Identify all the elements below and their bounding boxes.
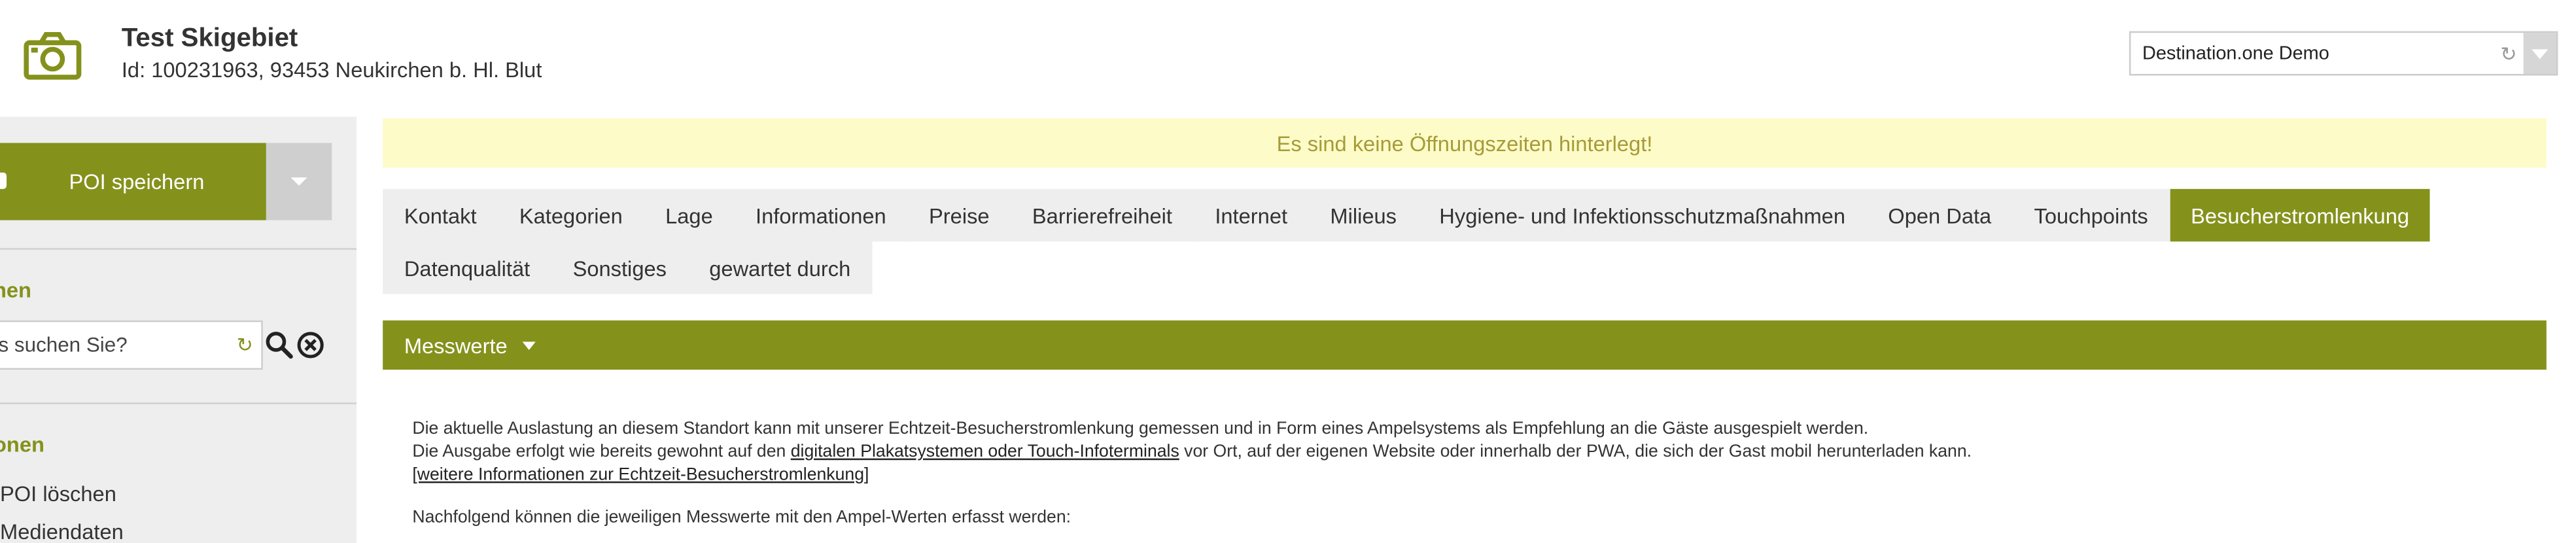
opening-hours-notice: Es sind keine Öffnungszeiten hinterlegt! <box>383 118 2547 168</box>
tab-preise[interactable]: Preise <box>907 188 1011 242</box>
measurements-panel-header[interactable]: Messwerte <box>383 320 2547 370</box>
sidebar: POI speichern hen ↻ onen POI löschen Med… <box>0 116 357 543</box>
poi-id-address: Id: 100231963, 93453 Neukirchen b. Hl. B… <box>121 57 542 82</box>
tab-besucherstromlenkung[interactable]: Besucherstromlenkung <box>2169 188 2431 242</box>
tab-touchpoints[interactable]: Touchpoints <box>2012 188 2170 242</box>
tab-lage[interactable]: Lage <box>644 188 735 242</box>
search-heading: hen <box>0 277 32 303</box>
chevron-down-icon <box>290 176 307 185</box>
measurements-instruction: Nachfolgend können die jeweiligen Messwe… <box>412 508 1071 528</box>
search-field[interactable]: ↻ <box>0 320 263 370</box>
tab-open-data[interactable]: Open Data <box>1866 188 2013 242</box>
tab-milieus[interactable]: Milieus <box>1308 188 1418 242</box>
refresh-icon[interactable]: ↻ <box>2494 42 2523 65</box>
save-poi-label: POI speichern <box>69 169 205 194</box>
clear-search-icon[interactable] <box>296 330 325 360</box>
camera-icon <box>24 31 82 80</box>
visitor-flow-description: Die aktuelle Auslastung an diesem Stando… <box>412 417 2532 529</box>
refresh-icon[interactable]: ↻ <box>232 334 258 357</box>
tab-gewartet-durch[interactable]: gewartet durch <box>688 241 872 294</box>
save-icon <box>0 172 7 189</box>
tab-hygiene-und-infektionsschutzmaßnahmen[interactable]: Hygiene- und Infektionsschutzmaßnahmen <box>1418 188 1867 242</box>
output-text: Die Ausgabe erfolgt wie bereits gewohnt … <box>412 442 1972 462</box>
media-data-link[interactable]: Mediendaten <box>0 519 124 543</box>
tab-informationen[interactable]: Informationen <box>734 188 908 242</box>
tab-internet[interactable]: Internet <box>1193 188 1309 242</box>
more-info-link[interactable]: [weitere Informationen zur Echtzeit-Besu… <box>412 465 869 485</box>
search-icon[interactable] <box>264 330 294 360</box>
tab-kategorien[interactable]: Kategorien <box>498 188 644 242</box>
tab-barrierefreiheit[interactable]: Barrierefreiheit <box>1011 188 1194 242</box>
tab-bar: Kontakt Kategorien Lage Informationen Preise… <box>383 188 2547 294</box>
intro-text: Die aktuelle Auslastung an diesem Stando… <box>412 419 1869 439</box>
tab-datenqualität[interactable]: Datenqualität <box>383 241 551 294</box>
tab-sonstiges[interactable]: Sonstiges <box>551 241 688 294</box>
save-poi-button[interactable]: POI speichern <box>0 143 266 220</box>
sidebar-divider <box>0 402 357 404</box>
actions-heading: onen <box>0 432 44 457</box>
page-title: Test Skigebiet <box>121 24 298 53</box>
panel-title: Messwerte <box>404 332 508 358</box>
search-input[interactable] <box>0 333 232 357</box>
caret-down-icon <box>522 341 536 349</box>
delete-poi-link[interactable]: POI löschen <box>0 482 116 506</box>
destination-select[interactable]: Destination.one Demo ↻ <box>2129 31 2558 76</box>
tab-kontakt[interactable]: Kontakt <box>383 188 498 242</box>
signage-link[interactable]: digitalen Plakatsystemen oder Touch-Info… <box>791 442 1179 462</box>
save-options-dropdown[interactable] <box>266 143 332 220</box>
destination-select-value: Destination.one Demo <box>2142 43 2329 63</box>
sidebar-divider <box>0 248 357 250</box>
chevron-down-icon[interactable] <box>2523 33 2556 75</box>
